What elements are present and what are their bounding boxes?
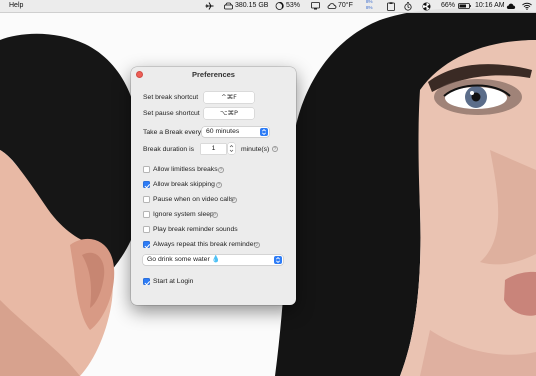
menu-help[interactable]: Help — [9, 0, 23, 12]
monitor-icon[interactable] — [311, 2, 320, 10]
start-at-login-label[interactable]: Start at Login — [153, 278, 193, 285]
window-title: Preferences — [192, 70, 235, 79]
help-icon[interactable]: ? — [254, 242, 260, 248]
limitless-breaks-checkbox[interactable] — [143, 166, 150, 173]
repeat-reminder-checkbox[interactable] — [143, 241, 150, 248]
chevron-updown-icon — [274, 256, 282, 264]
battery-icon — [458, 3, 471, 9]
help-icon[interactable]: ? — [216, 182, 222, 188]
clipboard-icon[interactable] — [387, 2, 395, 11]
cpu-gauge-icon — [275, 2, 284, 10]
break-shortcut-field[interactable]: ^⌘F — [204, 92, 254, 103]
ignore-sleep-checkbox[interactable] — [143, 211, 150, 218]
chevron-updown-icon — [260, 128, 268, 136]
preferences-window: Preferences Set break shortcut ^⌘F Set p… — [131, 67, 296, 305]
cpu-usage[interactable]: 53% — [286, 0, 300, 12]
reminder-sounds-label[interactable]: Play break reminder sounds — [153, 226, 238, 233]
pause-video-calls-label[interactable]: Pause when on video calls — [153, 196, 233, 203]
help-icon[interactable]: ? — [231, 197, 237, 203]
clock[interactable]: 10:16 AM — [475, 0, 505, 12]
repeat-reminder-label[interactable]: Always repeat this break reminder: — [153, 241, 258, 248]
break-skipping-label[interactable]: Allow break skipping — [153, 181, 215, 188]
reminder-message-select[interactable]: Go drink some water 💧 — [143, 255, 283, 265]
break-duration-unit: minute(s) — [241, 146, 270, 153]
temperature[interactable]: 70°F — [338, 0, 353, 12]
break-duration-label: Break duration is — [143, 146, 195, 153]
disk-icon — [224, 2, 233, 10]
help-icon[interactable]: ? — [218, 167, 224, 173]
battery-percent[interactable]: 66% — [441, 0, 455, 12]
break-skipping-checkbox[interactable] — [143, 181, 150, 188]
radiation-icon[interactable] — [422, 2, 431, 11]
help-icon[interactable]: ? — [212, 212, 218, 218]
disk-space[interactable]: 380.15 GB — [235, 0, 268, 12]
reminder-message-value: Go drink some water 💧 — [147, 256, 221, 263]
help-icon[interactable]: ? — [272, 146, 278, 152]
ignore-sleep-label[interactable]: Ignore system sleep — [153, 211, 214, 218]
pause-video-calls-checkbox[interactable] — [143, 196, 150, 203]
cloud-icon — [327, 3, 337, 9]
take-break-label: Take a Break every — [143, 129, 202, 136]
break-duration-field[interactable]: 1 — [201, 144, 226, 154]
limitless-breaks-label[interactable]: Allow limitless breaks — [153, 166, 218, 173]
break-interval-select[interactable]: 60 minutes — [202, 127, 269, 137]
cloud-sync-icon[interactable] — [506, 2, 516, 10]
menu-bar: Help 380.15 GB 53% 70°F 8% 8% 66% 10:16 … — [0, 0, 536, 13]
memory-bottom[interactable]: 8% — [366, 5, 373, 17]
pause-shortcut-label: Set pause shortcut — [143, 110, 200, 117]
start-at-login-checkbox[interactable] — [143, 278, 150, 285]
timer-icon[interactable] — [404, 2, 412, 11]
break-interval-value: 60 minutes — [206, 128, 240, 135]
reminder-sounds-checkbox[interactable] — [143, 226, 150, 233]
airplane-icon[interactable] — [205, 2, 214, 10]
wifi-icon[interactable] — [522, 2, 532, 10]
pause-shortcut-field[interactable]: ⌥⌘P — [204, 108, 254, 119]
break-shortcut-label: Set break shortcut — [143, 94, 199, 101]
duration-stepper[interactable] — [228, 143, 235, 154]
title-bar[interactable]: Preferences — [131, 67, 296, 82]
